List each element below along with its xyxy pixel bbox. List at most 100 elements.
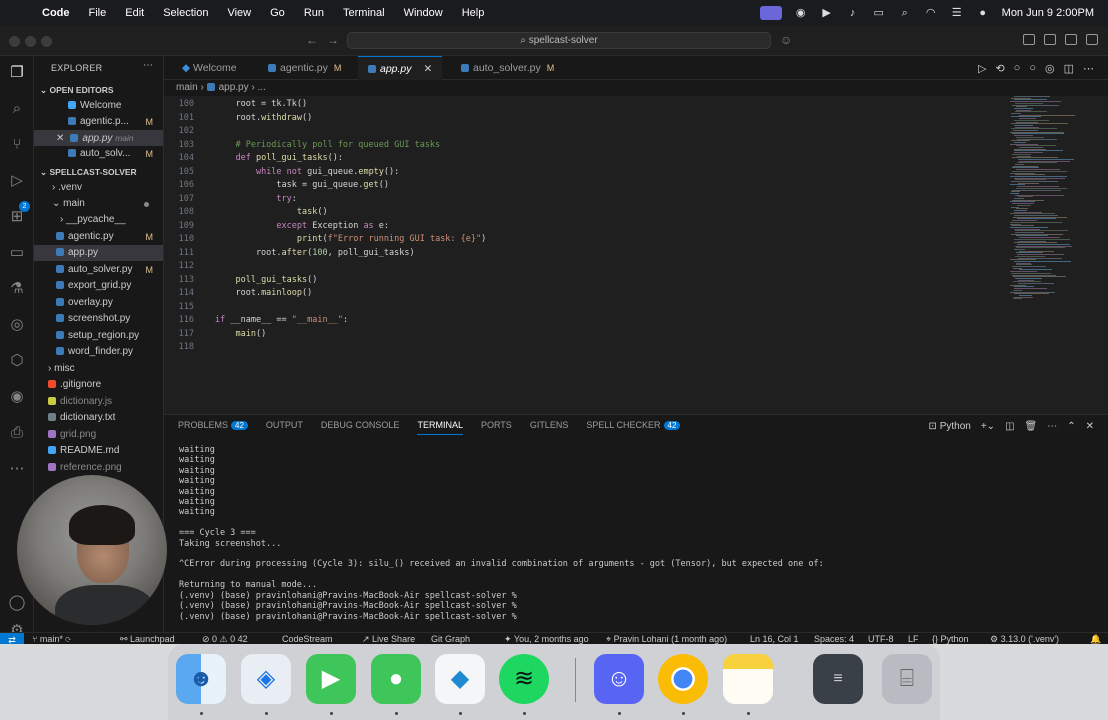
- breadcrumb-more[interactable]: ...: [258, 82, 266, 93]
- tree-item-dictionary-txt[interactable]: dictionary.txt: [34, 410, 163, 426]
- previous-change-icon[interactable]: ○: [1014, 62, 1021, 75]
- menu-terminal[interactable]: Terminal: [343, 7, 385, 19]
- code-line[interactable]: task = gui_queue.get(): [215, 179, 486, 193]
- open-changes-icon[interactable]: ⟲: [995, 62, 1004, 75]
- open-editor-app[interactable]: ✕ app.py main: [34, 130, 163, 146]
- notes-icon[interactable]: [723, 654, 773, 704]
- tab-auto-solver[interactable]: auto_solver.py M: [451, 56, 564, 80]
- code-lines[interactable]: root = tk.Tk() root.withdraw() # Periodi…: [215, 98, 486, 355]
- zoom-window-button[interactable]: [41, 36, 52, 47]
- split-editor-icon[interactable]: ◫: [1064, 62, 1074, 75]
- eol-status[interactable]: LF: [908, 634, 919, 644]
- search-icon[interactable]: ⌕: [8, 100, 26, 118]
- maximize-panel-icon[interactable]: ⌃: [1067, 421, 1075, 432]
- close-panel-icon[interactable]: ✕: [1086, 421, 1094, 432]
- terminal-output[interactable]: waiting waiting waiting waiting waiting waiti…: [179, 445, 824, 622]
- menu-go[interactable]: Go: [270, 7, 285, 19]
- problems-status[interactable]: ⊘ 0 ⚠ 0 42: [202, 634, 248, 644]
- remote-indicator-icon[interactable]: ⇄: [0, 633, 24, 644]
- chrome-icon[interactable]: [658, 654, 708, 704]
- launchpad-status[interactable]: ⚯ Launchpad: [120, 634, 175, 644]
- messages-icon[interactable]: ●: [371, 654, 421, 704]
- code-line[interactable]: root.after(100, poll_gui_tasks): [215, 247, 486, 261]
- command-center-search[interactable]: ⌕ spellcast-solver: [347, 32, 771, 49]
- open-editor-auto-solver[interactable]: auto_solv... M: [34, 146, 163, 162]
- code-line[interactable]: # Periodically poll for queued GUI tasks: [215, 139, 486, 153]
- trash-icon[interactable]: ⌸: [882, 654, 932, 704]
- author-status[interactable]: ⌖ Pravin Lohani (1 month ago): [606, 634, 727, 644]
- next-change-icon[interactable]: ○: [1029, 62, 1036, 75]
- tab-gitlens[interactable]: GITLENS: [530, 420, 569, 435]
- tree-item-gitignore[interactable]: .gitignore: [34, 377, 163, 393]
- encoding-status[interactable]: UTF-8: [868, 634, 894, 644]
- bookmarks-icon[interactable]: ⎙: [8, 424, 26, 442]
- tree-item-main[interactable]: ⌄ main: [34, 196, 163, 212]
- spotify-icon[interactable]: ≋: [499, 654, 549, 704]
- accounts-icon[interactable]: ◯: [8, 594, 26, 612]
- tab-terminal[interactable]: TERMINAL: [417, 420, 463, 435]
- tree-item-pycache[interactable]: › __pycache__: [34, 212, 163, 228]
- gitlens-compare-icon[interactable]: ◎: [1045, 62, 1055, 75]
- menu-selection[interactable]: Selection: [163, 7, 208, 19]
- branch-status[interactable]: ⑂ main* ⟳: [32, 634, 71, 644]
- code-line[interactable]: [215, 341, 486, 355]
- code-line[interactable]: def poll_gui_tasks():: [215, 152, 486, 166]
- tree-item-venv[interactable]: › .venv: [34, 180, 163, 196]
- code-line[interactable]: task(): [215, 206, 486, 220]
- interpreter-status[interactable]: ⚙ 3.13.0 ('.venv'): [990, 634, 1059, 644]
- control-center-icon[interactable]: ☰: [950, 7, 964, 19]
- code-line[interactable]: root.withdraw(): [215, 112, 486, 126]
- gitlens-icon[interactable]: ◎: [8, 316, 26, 334]
- tree-item-auto-solver[interactable]: auto_solver.py M: [34, 262, 163, 278]
- safari-icon[interactable]: ◈: [241, 654, 291, 704]
- breadcrumb-file[interactable]: app.py: [219, 82, 249, 93]
- nav-back-icon[interactable]: ←: [306, 33, 318, 47]
- code-line[interactable]: if __name__ == "__main__":: [215, 314, 486, 328]
- tab-debug-console[interactable]: DEBUG CONSOLE: [321, 420, 400, 435]
- more-terminal-actions-icon[interactable]: ⋯: [1047, 421, 1057, 432]
- tree-item-dictionary-js[interactable]: dictionary.js: [34, 394, 163, 410]
- tree-item-app[interactable]: app.py: [34, 245, 163, 261]
- code-line[interactable]: root = tk.Tk(): [215, 98, 486, 112]
- code-line[interactable]: [215, 125, 486, 139]
- code-editor[interactable]: 100 101 102 103 104 105 106 107 108 109 110 111 112 1…: [164, 96, 1108, 414]
- tree-item-misc[interactable]: › misc: [34, 361, 163, 377]
- customize-layout-icon[interactable]: [1023, 34, 1035, 45]
- language-status[interactable]: {} Python: [932, 634, 969, 644]
- codestream-status[interactable]: CodeStream: [282, 634, 333, 644]
- discord-icon[interactable]: ☺: [594, 654, 644, 704]
- tree-item-grid-png[interactable]: grid.png: [34, 427, 163, 443]
- menu-file[interactable]: File: [89, 7, 107, 19]
- github-icon[interactable]: ◉: [8, 388, 26, 406]
- live-share-status[interactable]: ↗ Live Share: [362, 634, 415, 644]
- code-line[interactable]: except Exception as e:: [215, 220, 486, 234]
- close-tab-icon[interactable]: ✕: [424, 63, 433, 75]
- menu-app-name[interactable]: Code: [42, 7, 70, 19]
- minimize-window-button[interactable]: [25, 36, 36, 47]
- tree-item-reference-png[interactable]: reference.png: [34, 460, 163, 476]
- tree-item-word-finder[interactable]: word_finder.py: [34, 344, 163, 360]
- source-control-icon[interactable]: ⑂: [8, 136, 26, 154]
- notifications-icon[interactable]: 🔔: [1090, 634, 1101, 644]
- siri-icon[interactable]: ●: [976, 7, 990, 19]
- toggle-secondary-sidebar-icon[interactable]: [1086, 34, 1098, 45]
- close-icon[interactable]: ✕: [56, 133, 64, 144]
- nav-forward-icon[interactable]: →: [327, 33, 339, 47]
- menu-run[interactable]: Run: [304, 7, 324, 19]
- spotlight-search-icon[interactable]: ⌕: [898, 7, 912, 19]
- battery-icon[interactable]: ▭: [872, 7, 886, 19]
- kill-terminal-icon[interactable]: 🗑: [1025, 421, 1038, 432]
- code-line[interactable]: while not gui_queue.empty():: [215, 166, 486, 180]
- breadcrumb-folder[interactable]: main: [176, 82, 198, 93]
- code-line[interactable]: try:: [215, 193, 486, 207]
- code-line[interactable]: main(): [215, 328, 486, 342]
- close-window-button[interactable]: [9, 36, 20, 47]
- code-line[interactable]: [215, 301, 486, 315]
- tree-item-setup-region[interactable]: setup_region.py: [34, 328, 163, 344]
- tab-welcome[interactable]: ◆ Welcome: [172, 56, 247, 80]
- menubar-clock[interactable]: Mon Jun 9 2:00PM: [1002, 7, 1094, 19]
- minimap[interactable]: [1008, 96, 1104, 306]
- git-graph-status[interactable]: Git Graph: [431, 634, 470, 644]
- more-views-icon[interactable]: ⋯: [8, 460, 26, 478]
- wifi-icon[interactable]: ◠: [924, 7, 938, 19]
